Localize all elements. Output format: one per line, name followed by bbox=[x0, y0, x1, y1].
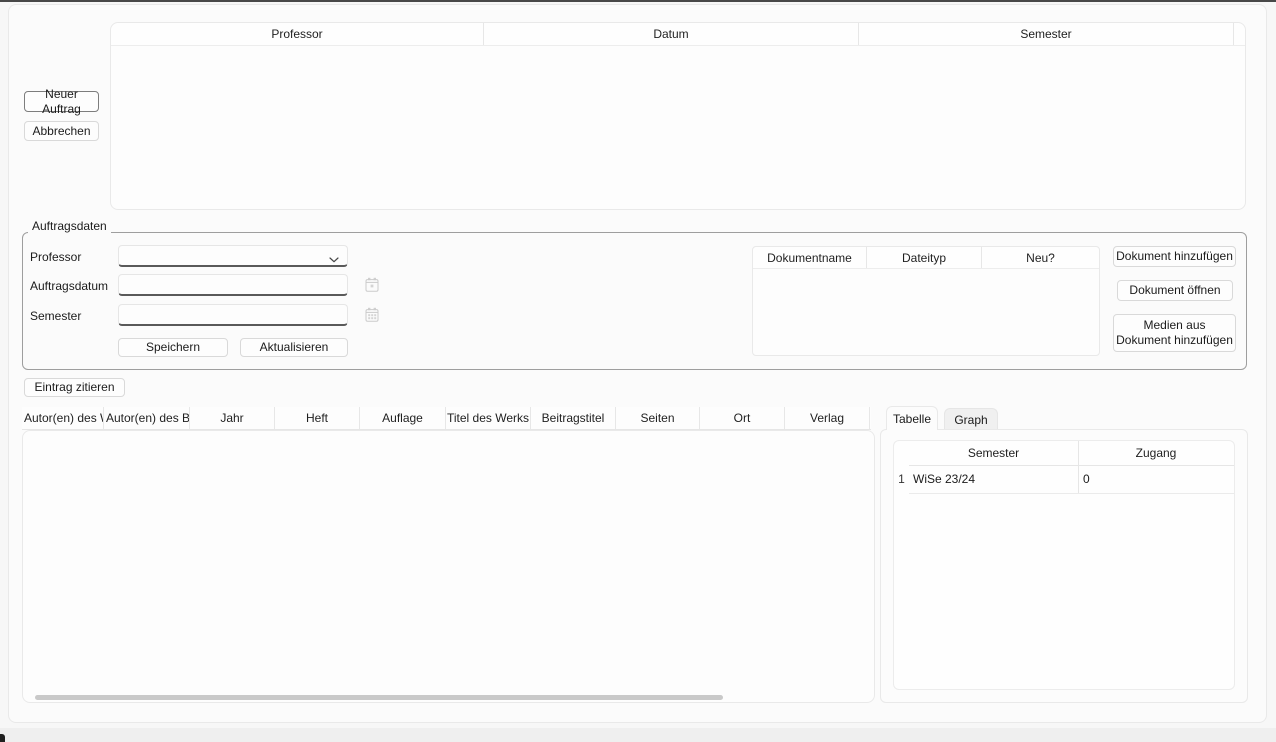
orders-column-datum[interactable]: Datum bbox=[484, 23, 859, 45]
entries-column-publisher[interactable]: Verlag bbox=[785, 407, 870, 429]
documents-table-header: Dokumentname Dateityp Neu? bbox=[753, 247, 1099, 269]
professor-combobox-input[interactable] bbox=[119, 246, 347, 265]
documents-table: Dokumentname Dateityp Neu? bbox=[752, 246, 1100, 356]
orders-column-semester[interactable]: Semester bbox=[859, 23, 1234, 45]
save-button[interactable]: Speichern bbox=[118, 338, 228, 357]
calendar-day-icon[interactable] bbox=[365, 277, 379, 295]
app-window: Professor Datum Semester Neuer Auftrag A… bbox=[0, 0, 1276, 742]
documents-table-body bbox=[753, 269, 1099, 355]
stats-row-1[interactable]: 1 WiSe 23/24 0 bbox=[894, 465, 1234, 493]
stats-row-1-zugang: 0 bbox=[1083, 465, 1090, 493]
add-document-button[interactable]: Dokument hinzufügen bbox=[1113, 246, 1236, 267]
order-date-label: Auftragsdatum bbox=[30, 278, 108, 294]
tab-tabelle[interactable]: Tabelle bbox=[886, 406, 938, 430]
window-bottom-strip bbox=[0, 728, 1276, 742]
semester-label: Semester bbox=[30, 308, 81, 324]
stats-row-1-semester: WiSe 23/24 bbox=[913, 465, 975, 493]
orders-table-header: Professor Datum Semester bbox=[111, 23, 1245, 46]
bottom-left-artifact bbox=[0, 734, 5, 742]
entries-column-place[interactable]: Ort bbox=[700, 407, 785, 429]
stats-table: Semester Zugang 1 WiSe 23/24 0 bbox=[893, 440, 1235, 690]
semester-field[interactable] bbox=[118, 304, 348, 326]
order-date-field[interactable] bbox=[118, 274, 348, 296]
stats-row-1-number: 1 bbox=[894, 465, 909, 493]
new-order-button[interactable]: Neuer Auftrag bbox=[24, 91, 99, 112]
orders-column-professor[interactable]: Professor bbox=[111, 23, 484, 45]
calendar-grid-icon[interactable] bbox=[365, 307, 379, 325]
refresh-button[interactable]: Aktualisieren bbox=[240, 338, 348, 357]
order-data-group-title: Auftragsdaten bbox=[28, 219, 111, 233]
cancel-button[interactable]: Abbrechen bbox=[24, 121, 99, 141]
order-date-input[interactable] bbox=[119, 275, 347, 294]
stats-row-1-underline bbox=[909, 493, 1234, 494]
professor-label: Professor bbox=[30, 249, 81, 265]
documents-column-new[interactable]: Neu? bbox=[982, 247, 1099, 268]
tab-graph[interactable]: Graph bbox=[944, 408, 998, 430]
entries-column-work-authors[interactable]: Autor(en) des Werks bbox=[22, 407, 104, 429]
entries-table-header: Autor(en) des Werks Autor(en) des Beitra… bbox=[22, 407, 871, 430]
entries-column-contribution-authors[interactable]: Autor(en) des Beitrags bbox=[104, 407, 190, 429]
professor-combobox[interactable] bbox=[118, 245, 348, 267]
entries-column-work-title[interactable]: Titel des Werks bbox=[446, 407, 531, 429]
entries-horizontal-scrollbar[interactable] bbox=[35, 695, 723, 700]
entries-column-pages[interactable]: Seiten bbox=[616, 407, 700, 429]
entries-column-edition[interactable]: Auflage bbox=[360, 407, 446, 429]
documents-column-filetype[interactable]: Dateityp bbox=[867, 247, 982, 268]
entries-column-issue[interactable]: Heft bbox=[275, 407, 360, 429]
open-document-button[interactable]: Dokument öffnen bbox=[1117, 280, 1233, 301]
orders-table: Professor Datum Semester bbox=[110, 22, 1246, 210]
chevron-down-icon bbox=[328, 253, 340, 267]
add-media-from-document-button[interactable]: Medien aus Dokument hinzufügen bbox=[1113, 314, 1236, 352]
stats-column-zugang[interactable]: Zugang bbox=[1078, 441, 1234, 465]
stats-column-semester[interactable]: Semester bbox=[909, 441, 1078, 465]
window-top-edge bbox=[0, 0, 1276, 2]
documents-column-name[interactable]: Dokumentname bbox=[753, 247, 867, 268]
cite-entry-button[interactable]: Eintrag zitieren bbox=[24, 378, 125, 397]
entries-table-body bbox=[22, 430, 875, 703]
orders-table-body bbox=[111, 46, 1245, 209]
entries-column-year[interactable]: Jahr bbox=[190, 407, 275, 429]
entries-column-contribution-title[interactable]: Beitragstitel bbox=[531, 407, 616, 429]
semester-input[interactable] bbox=[119, 305, 347, 324]
